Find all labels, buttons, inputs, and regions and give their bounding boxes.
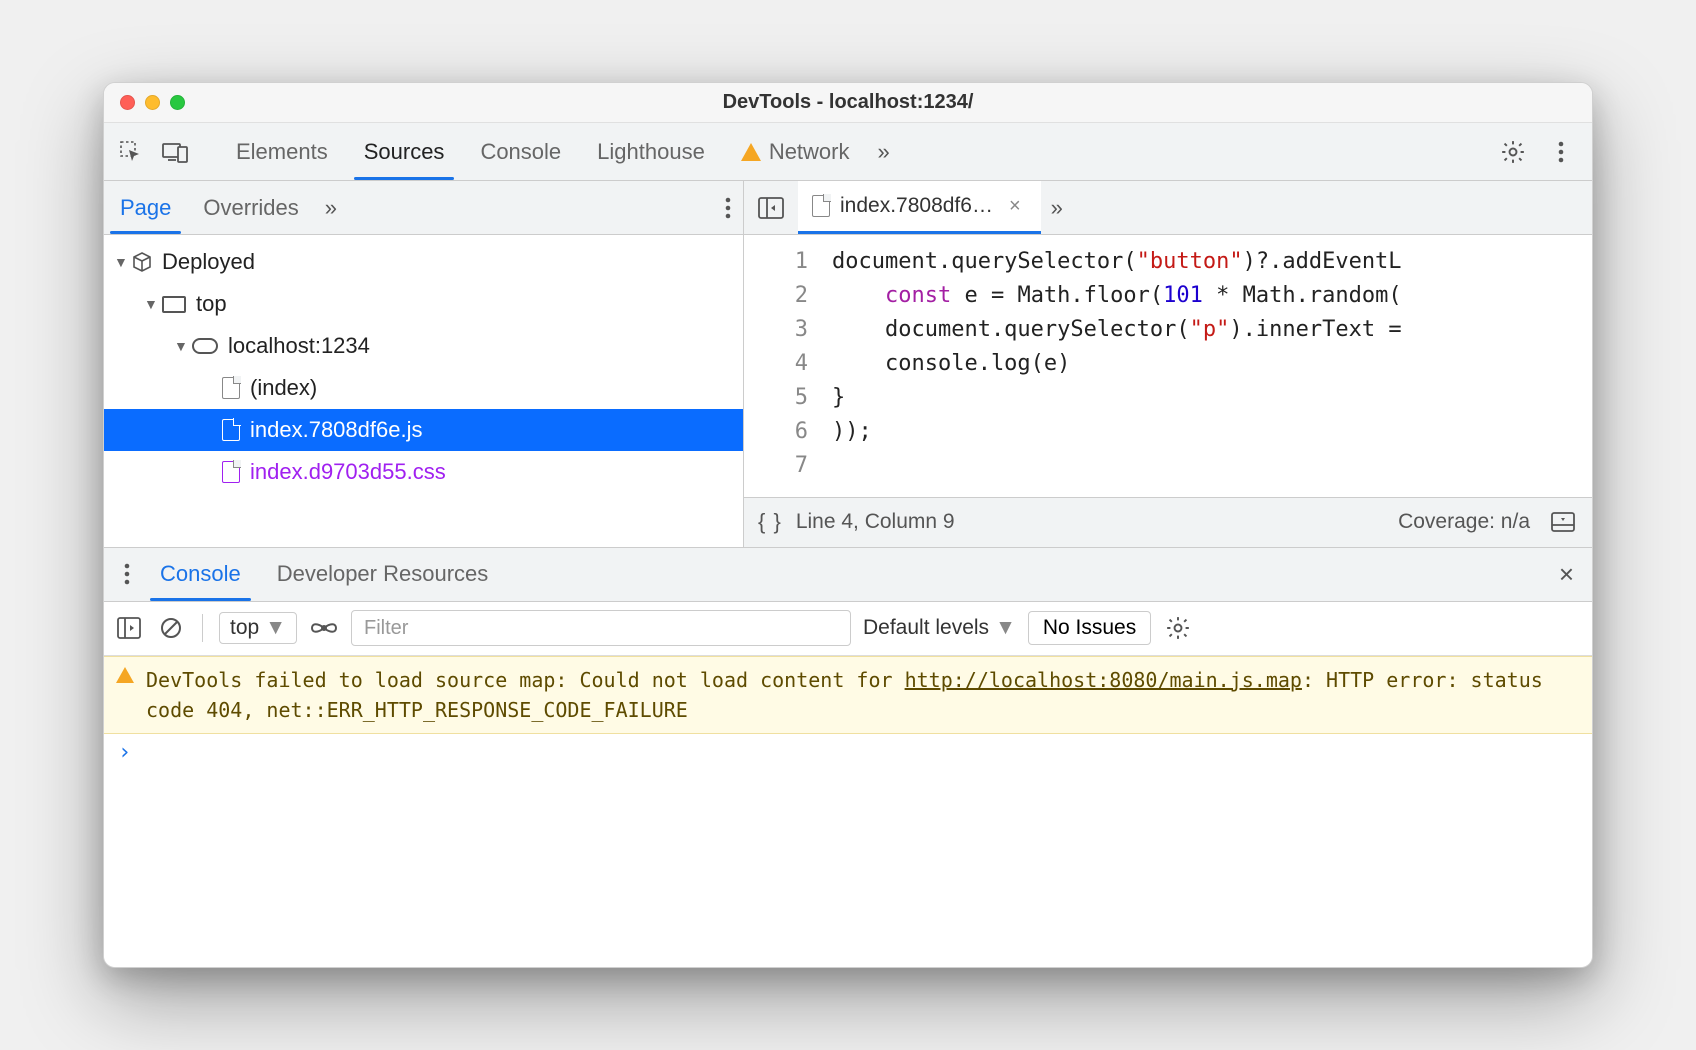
editor-tab-filename: index.7808df6… xyxy=(840,194,993,218)
console-settings-icon[interactable] xyxy=(1163,613,1193,643)
inspect-icon[interactable] xyxy=(116,137,146,167)
cloud-icon xyxy=(192,338,218,354)
file-icon xyxy=(812,195,830,217)
tab-lighthouse[interactable]: Lighthouse xyxy=(579,123,723,180)
log-levels-select[interactable]: Default levels ▼ xyxy=(863,616,1016,640)
tree-top-label: top xyxy=(196,291,227,317)
file-icon xyxy=(222,461,240,483)
tab-console[interactable]: Console xyxy=(462,123,579,180)
frame-icon xyxy=(162,296,186,313)
filter-input[interactable] xyxy=(351,610,851,646)
tree-index[interactable]: (index) xyxy=(104,367,743,409)
more-editor-tabs-icon[interactable]: » xyxy=(1041,195,1073,221)
tree-cssfile[interactable]: index.d9703d55.css xyxy=(104,451,743,493)
tab-network-label: Network xyxy=(769,139,850,165)
file-icon xyxy=(222,377,240,399)
code-area[interactable]: 1234567 document.querySelector("button")… xyxy=(744,235,1592,497)
kebab-menu-icon[interactable] xyxy=(1546,137,1576,167)
live-expression-icon[interactable] xyxy=(309,613,339,643)
pretty-print-button[interactable]: { } xyxy=(758,509,796,535)
tree-jsfile[interactable]: index.7808df6e.js xyxy=(104,409,743,451)
subtab-overrides[interactable]: Overrides xyxy=(187,181,314,234)
drawer-menu-icon[interactable] xyxy=(112,559,142,589)
tree-host-label: localhost:1234 xyxy=(228,333,370,359)
maximize-window-button[interactable] xyxy=(170,95,185,110)
close-drawer-icon[interactable]: × xyxy=(1549,559,1584,590)
console-toolbar: top ▼ Default levels ▼ No Issues xyxy=(104,602,1592,656)
editor-statusbar: { } Line 4, Column 9 Coverage: n/a xyxy=(744,497,1592,547)
console-warning-message[interactable]: DevTools failed to load source map: Coul… xyxy=(104,656,1592,734)
console-body: DevTools failed to load source map: Coul… xyxy=(104,656,1592,968)
console-prompt[interactable]: › xyxy=(104,734,1592,771)
tree-index-label: (index) xyxy=(250,375,317,401)
cube-icon xyxy=(132,252,152,272)
tree-cssfile-label: index.d9703d55.css xyxy=(250,459,446,485)
file-icon xyxy=(222,419,240,441)
file-tree: ▼ Deployed ▼ top ▼ localhost:1234 (index… xyxy=(104,235,744,547)
panel-tabs: Elements Sources Console Lighthouse Netw… xyxy=(104,123,1592,181)
warning-icon xyxy=(741,143,761,161)
subtab-page[interactable]: Page xyxy=(104,181,187,234)
tree-top[interactable]: ▼ top xyxy=(104,283,743,325)
drawer-tab-devres[interactable]: Developer Resources xyxy=(259,548,507,601)
tab-sources[interactable]: Sources xyxy=(346,123,463,180)
code-body[interactable]: document.querySelector("button")?.addEve… xyxy=(824,235,1592,497)
console-sidebar-toggle-icon[interactable] xyxy=(114,613,144,643)
settings-icon[interactable] xyxy=(1498,137,1528,167)
toggle-navigator-icon[interactable] xyxy=(756,193,786,223)
drawer-tab-console[interactable]: Console xyxy=(142,548,259,601)
more-tabs-icon[interactable]: » xyxy=(868,139,900,165)
context-label: top xyxy=(230,616,259,640)
close-window-button[interactable] xyxy=(120,95,135,110)
tree-jsfile-label: index.7808df6e.js xyxy=(250,417,422,443)
window-title: DevTools - localhost:1234/ xyxy=(104,91,1592,114)
tree-deployed-label: Deployed xyxy=(162,249,255,275)
devtools-window: DevTools - localhost:1234/ Elements Sour… xyxy=(103,82,1593,968)
warning-url-link[interactable]: http://localhost:8080/main.js.map xyxy=(905,668,1302,692)
chevron-down-icon: ▼ xyxy=(265,616,286,640)
tab-elements[interactable]: Elements xyxy=(218,123,346,180)
titlebar: DevTools - localhost:1234/ xyxy=(104,83,1592,123)
sources-main: ▼ Deployed ▼ top ▼ localhost:1234 (index… xyxy=(104,235,1592,548)
tree-deployed[interactable]: ▼ Deployed xyxy=(104,241,743,283)
more-subtabs-icon[interactable]: » xyxy=(315,195,347,221)
tree-host[interactable]: ▼ localhost:1234 xyxy=(104,325,743,367)
minimize-window-button[interactable] xyxy=(145,95,160,110)
close-tab-icon[interactable]: × xyxy=(1003,195,1027,218)
tab-network[interactable]: Network xyxy=(723,123,868,180)
show-sidebar-icon[interactable] xyxy=(1548,507,1578,537)
traffic-lights xyxy=(120,95,185,110)
warning-icon xyxy=(116,667,134,683)
coverage-status: Coverage: n/a xyxy=(1398,510,1530,534)
sources-subtabs-row: Page Overrides » index.7808df6… × » xyxy=(104,181,1592,235)
clear-console-icon[interactable] xyxy=(156,613,186,643)
levels-label: Default levels xyxy=(863,616,989,640)
editor-tab-active[interactable]: index.7808df6… × xyxy=(798,181,1041,234)
drawer-tabs: Console Developer Resources × xyxy=(104,548,1592,602)
chevron-down-icon: ▼ xyxy=(995,616,1016,640)
cursor-position: Line 4, Column 9 xyxy=(796,510,955,534)
navigator-menu-icon[interactable] xyxy=(713,193,743,223)
warning-text-pre: DevTools failed to load source map: Coul… xyxy=(146,668,905,692)
execution-context-select[interactable]: top ▼ xyxy=(219,612,297,644)
issues-button[interactable]: No Issues xyxy=(1028,611,1151,645)
line-gutter: 1234567 xyxy=(744,235,824,497)
editor-pane: 1234567 document.querySelector("button")… xyxy=(744,235,1592,547)
device-toolbar-icon[interactable] xyxy=(160,137,190,167)
